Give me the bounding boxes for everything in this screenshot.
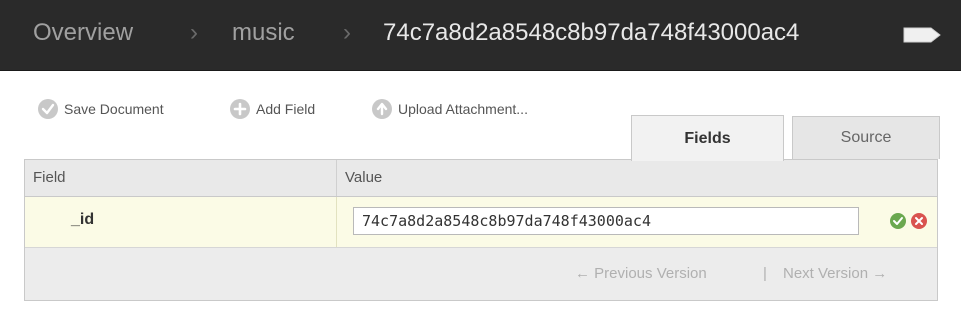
version-pager: ← Previous Version | Next Version → — [25, 248, 937, 300]
upload-attachment-button[interactable]: Upload Attachment... — [372, 98, 528, 120]
plus-circle-icon — [230, 99, 250, 119]
breadcrumb-database[interactable]: music — [232, 18, 295, 48]
confirm-edit-icon[interactable] — [890, 213, 906, 229]
add-field-button[interactable]: Add Field — [230, 98, 315, 120]
previous-version-link[interactable]: ← Previous Version — [575, 265, 707, 282]
table-header: Field Value — [25, 160, 937, 197]
column-header-value: Value — [345, 169, 383, 186]
next-version-link[interactable]: Next Version → — [783, 265, 887, 282]
tab-source-label: Source — [840, 129, 892, 146]
field-name-cell: _id — [25, 197, 337, 247]
tab-source[interactable]: Source — [792, 116, 940, 159]
upload-attachment-label: Upload Attachment... — [398, 101, 528, 117]
breadcrumb-document-id: 74c7a8d2a8548c8b97da748f43000ac4 — [383, 19, 800, 46]
fields-table: Field Value _id ← Previous Version | Nex… — [24, 159, 938, 301]
table-row: _id — [25, 197, 937, 248]
column-header-field: Field — [25, 160, 337, 196]
tab-fields-label: Fields — [684, 129, 731, 147]
tab-fields[interactable]: Fields — [631, 115, 784, 161]
breadcrumb-overview[interactable]: Overview — [33, 18, 133, 48]
cancel-edit-icon[interactable] — [911, 213, 927, 229]
save-document-label: Save Document — [64, 101, 164, 117]
check-circle-icon — [38, 99, 58, 119]
add-field-label: Add Field — [256, 101, 316, 117]
field-value-cell — [337, 197, 937, 247]
pager-divider: | — [763, 265, 767, 282]
save-document-button[interactable]: Save Document — [38, 98, 164, 120]
upload-arrow-icon — [372, 99, 392, 119]
breadcrumb-separator: › — [190, 19, 198, 46]
tag-icon[interactable] — [903, 27, 941, 43]
field-value-input[interactable] — [353, 207, 859, 235]
field-name: _id — [71, 211, 95, 228]
breadcrumb-separator: › — [343, 19, 351, 46]
breadcrumb-bar: Overview › music › 74c7a8d2a8548c8b97da7… — [0, 0, 961, 71]
